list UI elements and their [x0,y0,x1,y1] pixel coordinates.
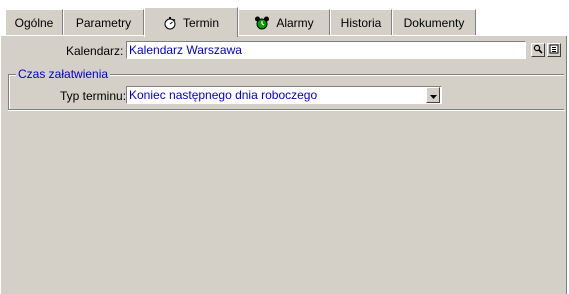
tab-alarmy-label: Alarmy [276,15,314,30]
tab-parametry-label: Parametry [75,15,132,30]
tab-ogolne-label: Ogólne [14,15,54,30]
tab-strip: Ogólne Parametry Termin Alarmy Historia … [0,0,569,37]
tab-dokumenty-label: Dokumenty [403,15,465,30]
stopwatch-icon [163,16,177,30]
term-type-label: Typ terminu: [60,89,127,103]
calendar-label: Kalendarz: [66,44,124,58]
tab-parametry[interactable]: Parametry [63,9,144,35]
panel-top-edge-left [0,35,144,36]
chevron-down-icon [429,88,437,102]
magnifier-icon [533,43,543,57]
term-type-select[interactable]: Koniec następnego dnia roboczego [126,86,442,104]
calendar-details-button[interactable] [547,43,561,57]
tab-dokumenty[interactable]: Dokumenty [392,9,476,35]
tab-historia[interactable]: Historia [330,9,392,35]
calendar-search-button[interactable] [531,43,545,57]
term-type-value: Koniec następnego dnia roboczego [129,88,318,102]
tab-termin-label: Termin [182,15,219,30]
calendar-field[interactable]: Kalendarz Warszawa [126,41,526,59]
panel-top-edge-right [238,35,567,36]
term-group-title: Czas załatwienia [16,67,111,81]
tab-alarmy[interactable]: Alarmy [238,9,330,35]
term-type-dropdown-button[interactable] [426,87,440,103]
tab-ogolne[interactable]: Ogólne [5,9,63,35]
details-icon [549,43,559,57]
tab-historia-label: Historia [340,15,382,30]
alarm-clock-icon [254,16,270,30]
tab-termin[interactable]: Termin [144,7,238,37]
